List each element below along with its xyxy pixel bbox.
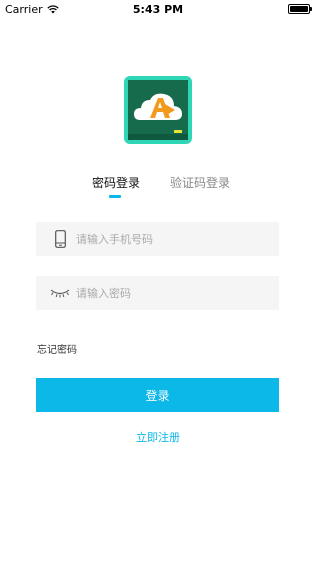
password-input[interactable] — [74, 286, 279, 300]
phone-input[interactable] — [74, 232, 279, 246]
eye-closed-icon — [46, 288, 74, 298]
register-link[interactable]: 立即注册 — [0, 429, 316, 445]
phone-icon — [46, 230, 74, 248]
app-logo — [124, 76, 192, 144]
status-time: 5:43 PM — [132, 3, 184, 16]
password-field[interactable] — [36, 276, 279, 310]
forgot-password-link[interactable]: 忘记密码 — [37, 341, 77, 356]
active-tab-indicator — [109, 195, 121, 198]
phone-field[interactable] — [36, 222, 279, 256]
battery-icon — [288, 4, 312, 14]
logo-cloud-icon — [128, 93, 188, 140]
tab-password-login[interactable]: 密码登录 — [85, 174, 147, 191]
battery-level — [290, 6, 308, 12]
login-screen: Carrier 5:43 PM 密码登录 验证码登录 请输入手机号码 忘记密码 … — [0, 0, 316, 562]
status-bar: Carrier 5:43 PM — [0, 0, 316, 20]
login-button[interactable]: 登录 — [36, 378, 279, 412]
logo-board — [128, 80, 188, 140]
tab-sms-code-login[interactable]: 验证码登录 — [164, 174, 236, 191]
